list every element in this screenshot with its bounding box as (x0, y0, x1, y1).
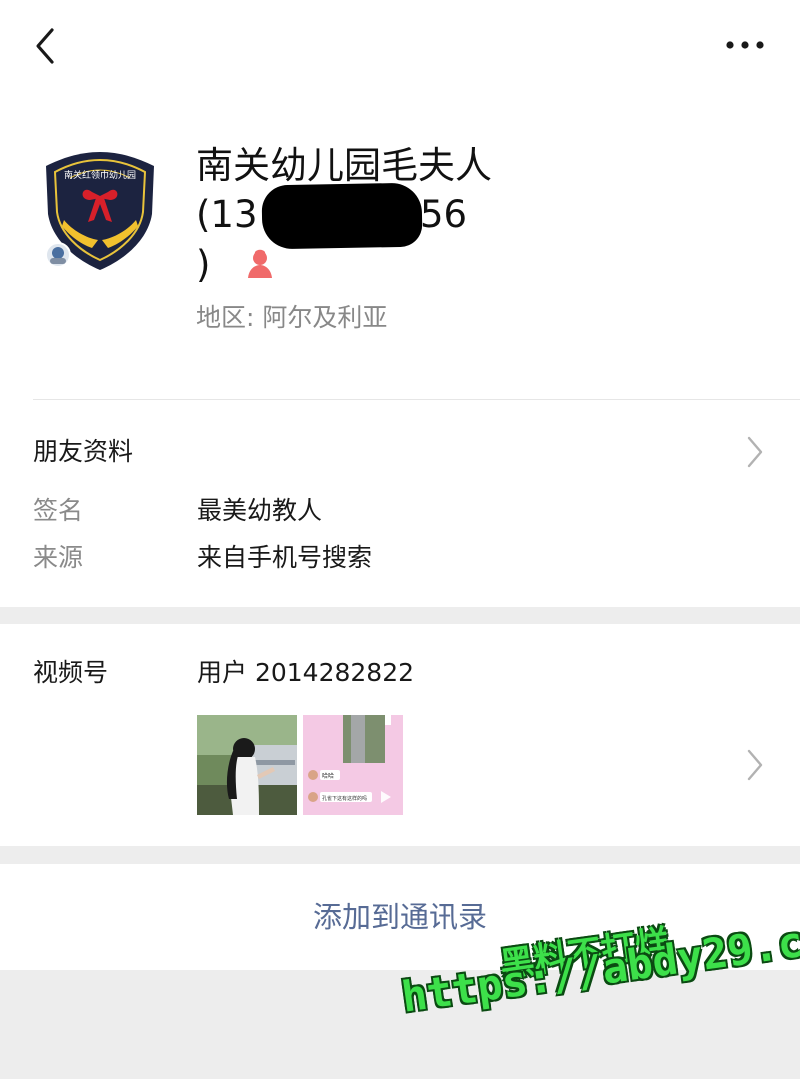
chevron-right-icon[interactable] (745, 435, 765, 469)
chevron-right-icon[interactable] (745, 748, 765, 782)
svg-text:孔雀下这有这样的吗: 孔雀下这有这样的吗 (322, 795, 367, 802)
friend-info-row[interactable]: 朋友资料 (33, 434, 133, 470)
chevron-left-icon (36, 28, 54, 64)
divider (33, 399, 800, 400)
avatar-badge-icon (45, 242, 71, 268)
svg-text:南关红领巾幼儿园: 南关红领巾幼儿园 (64, 169, 136, 181)
back-button[interactable] (30, 26, 60, 66)
signature-value: 最美幼教人 (197, 496, 323, 525)
contact-phone-prefix: (13 (196, 193, 258, 236)
svg-text:哈哈: 哈哈 (322, 772, 334, 780)
contact-name: 南关幼儿园毛夫人 (196, 144, 492, 187)
contact-phone-suffix: 56 (420, 193, 468, 236)
source-label: 来源 (33, 543, 84, 572)
channel-thumbnail-2[interactable]: 哈哈 孔雀下这有这样的吗 (303, 715, 403, 815)
more-dots-icon (726, 41, 764, 49)
channel-thumbnail-1[interactable] (197, 715, 297, 815)
signature-label: 签名 (33, 496, 84, 525)
profile-card (0, 0, 800, 607)
channels-user: 用户 2014282822 (197, 658, 415, 687)
contact-name-close: ) (196, 243, 211, 286)
region-text: 地区: 阿尔及利亚 (196, 303, 388, 332)
more-button[interactable] (724, 30, 766, 60)
channels-label: 视频号 (33, 658, 109, 687)
source-value: 来自手机号搜索 (197, 543, 373, 572)
redaction-mark (261, 182, 423, 250)
female-icon (243, 248, 277, 282)
